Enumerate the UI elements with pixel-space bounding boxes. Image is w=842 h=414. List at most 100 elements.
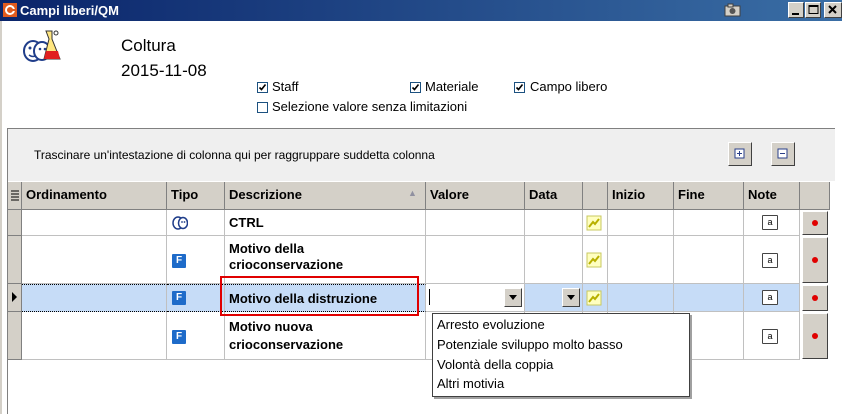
cell-note[interactable]: a [744,210,800,236]
cell-data-picker[interactable] [583,236,608,284]
row-header[interactable] [8,236,22,284]
materiale-label: Materiale [425,79,479,94]
staff-checkbox[interactable] [257,82,268,93]
dropdown-option[interactable]: Arresto evoluzione [437,317,545,332]
cell-tipo[interactable]: F [167,312,225,360]
header-data[interactable]: Data [525,182,583,210]
cell-note[interactable]: a [744,284,800,312]
header-action[interactable] [800,182,830,210]
sort-ascending-icon: ▲ [408,188,417,198]
cell-descrizione[interactable]: Motivo nuova crioconservazione [225,312,426,360]
note-icon[interactable]: a [762,290,778,305]
chevron-down-icon [567,295,575,300]
header-ordinamento[interactable]: Ordinamento [22,182,167,210]
header-descrizione-label: Descrizione [229,187,302,202]
field-type-icon: F [172,254,186,268]
grid-column-chooser[interactable] [8,182,22,210]
window-title: Campi liberi/QM [20,3,119,18]
camera-icon[interactable] [724,3,741,17]
header-fine[interactable]: Fine [674,182,744,210]
culture-label: Coltura [121,36,176,55]
field-type-icon: F [172,330,186,344]
cell-inizio[interactable] [608,210,674,236]
campo-libero-label: Campo libero [530,79,608,94]
note-icon[interactable]: a [762,329,778,344]
header-data-picker[interactable] [583,182,608,210]
lightning-edit-icon [586,290,602,306]
header-valore[interactable]: Valore [426,182,525,210]
row-header[interactable] [8,284,22,312]
highlight-box [220,276,419,316]
cell-valore[interactable] [426,210,525,236]
cell-tipo[interactable]: F [167,236,225,284]
row-action-button[interactable] [802,237,828,283]
collapse-all-button[interactable] [771,142,795,166]
cell-fine[interactable] [674,210,744,236]
cell-tipo[interactable]: F [167,284,225,312]
field-type-icon: F [172,291,186,305]
descrizione-line-2: crioconservazione [229,337,344,352]
valore-dropdown-list[interactable]: Arresto evoluzione Potenziale sviluppo m… [432,313,690,397]
cell-inizio[interactable] [608,284,674,312]
dropdown-option[interactable]: Altri motivia [437,376,504,391]
cell-ordinamento[interactable] [22,284,167,312]
culture-people-flask-icon [22,27,62,65]
header-tipo[interactable]: Tipo [167,182,225,210]
lightning-edit-icon [586,215,602,231]
cell-note[interactable]: a [744,312,800,360]
cell-fine[interactable] [674,236,744,284]
cell-data[interactable] [525,284,583,312]
cell-tipo[interactable] [167,210,225,236]
row-action-button[interactable] [802,211,828,235]
cell-ordinamento[interactable] [22,210,167,236]
header-descrizione[interactable]: Descrizione ▲ [225,182,426,210]
cell-ordinamento[interactable] [22,312,167,360]
cell-valore[interactable] [426,236,525,284]
text-cursor [429,289,430,305]
descrizione-line-1: Motivo nuova [229,319,313,334]
cell-valore-combobox[interactable] [426,284,525,312]
row-action-button[interactable] [802,285,828,311]
row-header[interactable] [8,312,22,360]
header-note[interactable]: Note [744,182,800,210]
data-dropdown-button[interactable] [562,288,580,307]
cell-inizio[interactable] [608,236,674,284]
title-bar[interactable]: Campi liberi/QM [0,0,842,21]
cell-data[interactable] [525,210,583,236]
dropdown-option[interactable]: Volontà della coppia [437,357,553,372]
staff-label: Staff [272,79,299,94]
close-button[interactable] [824,2,842,18]
dropdown-option[interactable]: Potenziale sviluppo molto basso [437,337,623,352]
note-icon[interactable]: a [762,253,778,268]
note-icon[interactable]: a [762,215,778,230]
expand-all-button[interactable] [728,142,752,166]
materiale-checkbox[interactable] [410,82,421,93]
descrizione-line-1: Motivo della [229,241,305,256]
record-dot-icon [812,295,818,301]
maximize-button[interactable] [805,2,821,18]
record-dot-icon [812,333,818,339]
row-action-button[interactable] [802,313,828,359]
selezione-checkbox[interactable] [257,102,268,113]
group-hint: Trascinare un'intestazione di colonna qu… [34,148,435,162]
cell-data-picker[interactable] [583,284,608,312]
column-chooser-icon [11,190,19,201]
cell-note[interactable]: a [744,236,800,284]
chevron-down-icon [509,295,517,300]
campo-libero-checkbox[interactable] [514,82,525,93]
cell-data-picker[interactable] [583,210,608,236]
minus-box-icon [777,148,788,159]
app-icon [3,3,17,17]
cell-ordinamento[interactable] [22,236,167,284]
record-dot-icon [812,257,818,263]
cell-fine[interactable] [674,284,744,312]
cell-data[interactable] [525,236,583,284]
lightning-edit-icon [586,252,602,268]
selezione-label: Selezione valore senza limitazioni [272,99,468,114]
plus-box-icon [734,148,745,159]
minimize-button[interactable] [788,2,804,18]
row-header[interactable] [8,210,22,236]
cell-descrizione[interactable]: CTRL [225,210,426,236]
valore-dropdown-button[interactable] [504,288,522,307]
header-inizio[interactable]: Inizio [608,182,674,210]
